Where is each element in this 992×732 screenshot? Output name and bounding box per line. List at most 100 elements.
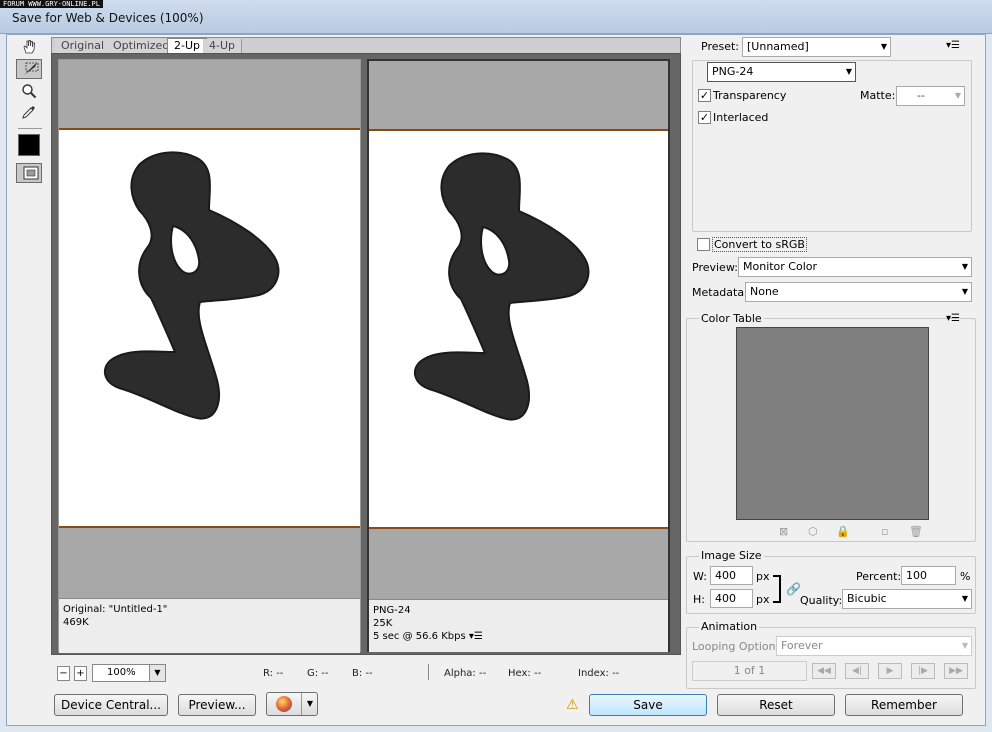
convert-srgb-checkbox[interactable] bbox=[697, 238, 710, 251]
alpha-readout: Alpha: -- bbox=[444, 668, 487, 679]
link-icon[interactable]: 🔗 bbox=[786, 582, 801, 596]
metadata-select[interactable]: None ▼ bbox=[745, 282, 972, 302]
matte-label: Matte: bbox=[860, 89, 896, 102]
color-table-menu-icon[interactable]: ▾☰ bbox=[946, 313, 960, 324]
tab-optimized[interactable]: Optimized bbox=[107, 39, 177, 54]
preview-select[interactable]: Monitor Color ▼ bbox=[738, 257, 972, 277]
toggle-slices-icon[interactable] bbox=[16, 163, 42, 183]
color-table-title: Color Table bbox=[699, 312, 764, 325]
previous-frame-icon[interactable]: ◀| bbox=[845, 663, 869, 679]
download-time: 5 sec @ 56.6 Kbps ▾☰ bbox=[373, 631, 483, 642]
trash-icon[interactable]: 🗑 bbox=[909, 525, 923, 538]
optimized-pane[interactable]: PNG-24 25K 5 sec @ 56.6 Kbps ▾☰ bbox=[367, 59, 670, 652]
red-readout: R: -- bbox=[263, 668, 284, 679]
percent-label: Percent: bbox=[856, 570, 902, 583]
looping-label: Looping Options: bbox=[692, 640, 786, 653]
width-unit: px bbox=[756, 570, 770, 583]
original-info: Original: "Untitled-1" 469K bbox=[59, 598, 360, 653]
optimize-menu-icon[interactable]: ▾☰ bbox=[946, 40, 960, 51]
canvas-margin-bottom bbox=[369, 529, 668, 599]
play-icon[interactable]: ▶ bbox=[878, 663, 902, 679]
height-label: H: bbox=[693, 593, 705, 606]
watermark: FORUM WWW.GRY-ONLINE.PL bbox=[0, 0, 103, 8]
map-color-icon[interactable]: ⊠ bbox=[779, 525, 788, 538]
preview-area: Original: "Untitled-1" 469K PNG-24 25K 5… bbox=[51, 53, 681, 655]
format-select[interactable]: PNG-24 ▼ bbox=[707, 62, 856, 82]
height-unit: px bbox=[756, 593, 770, 606]
figure-image bbox=[103, 151, 280, 420]
zoom-out-button[interactable]: − bbox=[57, 666, 70, 681]
warning-icon: ⚠ bbox=[566, 697, 579, 713]
chevron-down-icon: ▼ bbox=[880, 42, 887, 51]
slice-select-icon[interactable] bbox=[16, 59, 42, 79]
toolbox-divider bbox=[18, 128, 42, 129]
link-bracket bbox=[773, 575, 781, 603]
chevron-down-icon[interactable]: ▼ bbox=[301, 693, 318, 715]
tab-original[interactable]: Original bbox=[55, 39, 112, 54]
color-swatch-icon[interactable] bbox=[18, 134, 40, 156]
preset-select[interactable]: [Unnamed] ▼ bbox=[742, 37, 891, 57]
reset-button[interactable]: Reset bbox=[717, 694, 835, 716]
chevron-down-icon: ▼ bbox=[961, 594, 968, 603]
color-table-swatches[interactable] bbox=[736, 327, 929, 520]
menu-icon[interactable]: ▾☰ bbox=[469, 631, 483, 642]
chevron-down-icon: ▼ bbox=[961, 287, 968, 296]
green-readout: G: -- bbox=[307, 668, 329, 679]
image-size-title: Image Size bbox=[699, 549, 764, 562]
save-button[interactable]: Save bbox=[589, 694, 707, 716]
index-readout: Index: -- bbox=[578, 668, 620, 679]
percent-input[interactable]: 100 bbox=[901, 566, 956, 585]
metadata-label: Metadata: bbox=[692, 286, 748, 299]
optimized-format: PNG-24 bbox=[373, 605, 411, 616]
last-frame-icon[interactable]: ▶▶ bbox=[944, 663, 968, 679]
zoom-in-button[interactable]: + bbox=[74, 666, 87, 681]
new-color-icon[interactable]: ▫ bbox=[881, 525, 888, 538]
quality-select[interactable]: Bicubic ▼ bbox=[842, 589, 972, 609]
preset-label: Preset: bbox=[701, 40, 740, 53]
toolbox bbox=[14, 34, 46, 194]
chevron-down-icon[interactable]: ▼ bbox=[149, 665, 165, 681]
browser-preview-button[interactable]: ▼ bbox=[266, 692, 318, 716]
eyedropper-icon[interactable] bbox=[16, 101, 42, 123]
zoom-level-select[interactable]: 100% ▼ bbox=[92, 664, 166, 682]
chevron-down-icon: ▼ bbox=[954, 91, 961, 100]
preview-label: Preview: bbox=[692, 261, 738, 274]
first-frame-icon[interactable]: ◀◀ bbox=[812, 663, 836, 679]
transparency-label: Transparency bbox=[713, 89, 787, 102]
lock-color-icon[interactable]: 🔒 bbox=[836, 525, 850, 538]
figure-image bbox=[413, 152, 590, 421]
window-title: Save for Web & Devices (100%) bbox=[12, 11, 204, 25]
quality-label: Quality: bbox=[800, 594, 843, 607]
browser-icon bbox=[276, 696, 292, 712]
interlaced-label: Interlaced bbox=[713, 111, 769, 124]
interlaced-checkbox[interactable]: ✓ bbox=[698, 111, 711, 124]
matte-select[interactable]: -- ▼ bbox=[896, 86, 965, 106]
original-name: Original: "Untitled-1" bbox=[63, 604, 168, 615]
canvas-margin-bottom bbox=[59, 528, 360, 598]
tab-4-up[interactable]: 4-Up bbox=[203, 39, 243, 54]
height-input[interactable]: 400 bbox=[710, 589, 753, 608]
tab-2-up[interactable]: 2-Up bbox=[167, 38, 208, 54]
optimized-info: PNG-24 25K 5 sec @ 56.6 Kbps ▾☰ bbox=[369, 599, 668, 652]
web-shift-icon[interactable]: ⬡ bbox=[808, 525, 818, 538]
view-tabs: Original Optimized 2-Up 4-Up bbox=[51, 37, 681, 54]
remember-button[interactable]: Remember bbox=[845, 694, 963, 716]
animation-title: Animation bbox=[699, 620, 760, 633]
looping-select[interactable]: Forever ▼ bbox=[776, 636, 972, 656]
canvas-border-top bbox=[369, 129, 668, 131]
zoom-icon[interactable] bbox=[16, 80, 42, 102]
width-input[interactable]: 400 bbox=[710, 566, 753, 585]
blue-readout: B: -- bbox=[352, 668, 373, 679]
convert-srgb-label: Convert to sRGB bbox=[712, 237, 807, 252]
preview-button[interactable]: Preview... bbox=[178, 694, 256, 716]
device-central-button[interactable]: Device Central... bbox=[54, 694, 168, 716]
hand-icon[interactable] bbox=[16, 36, 42, 58]
next-frame-icon[interactable]: |▶ bbox=[911, 663, 935, 679]
optimized-size: 25K bbox=[373, 618, 393, 629]
original-size: 469K bbox=[63, 617, 89, 628]
original-pane[interactable]: Original: "Untitled-1" 469K bbox=[58, 59, 361, 653]
width-label: W: bbox=[693, 570, 707, 583]
canvas-border-top bbox=[59, 128, 360, 130]
hex-readout: Hex: -- bbox=[508, 668, 542, 679]
transparency-checkbox[interactable]: ✓ bbox=[698, 89, 711, 102]
